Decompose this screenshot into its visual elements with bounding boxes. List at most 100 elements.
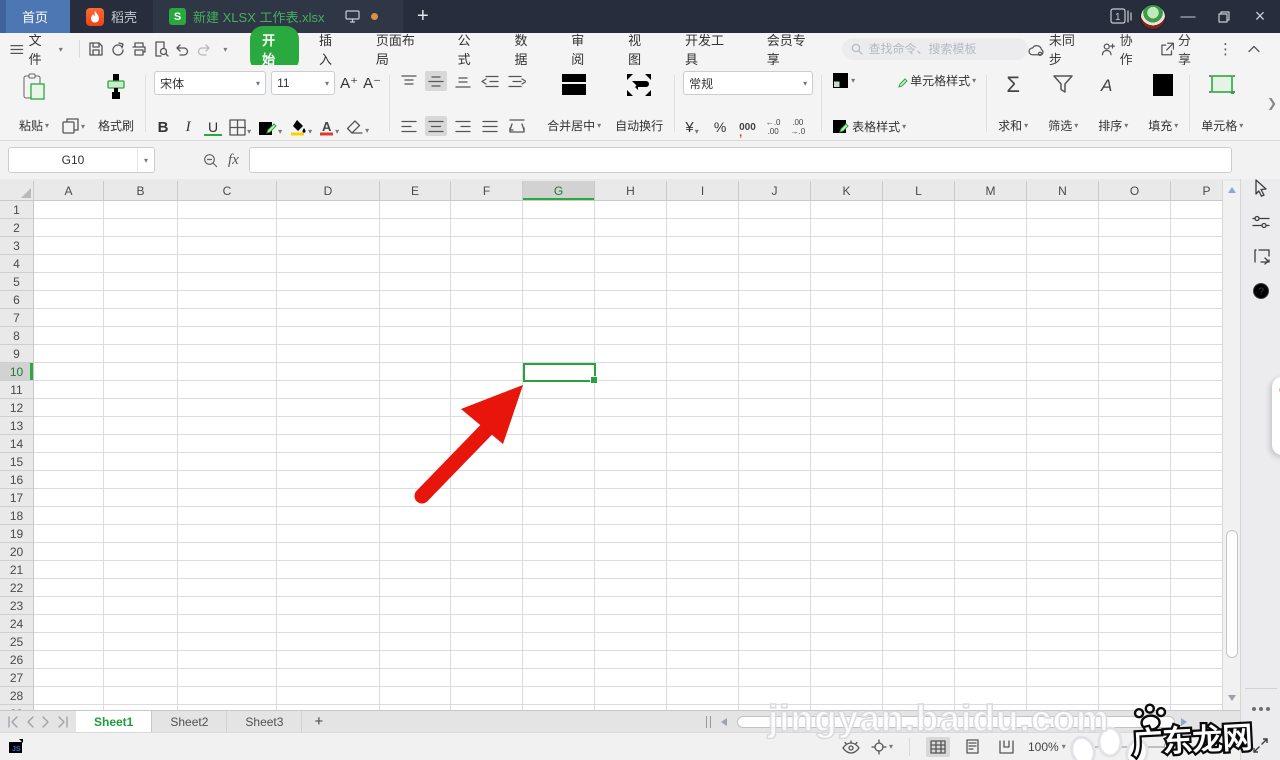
- filter-button[interactable]: 筛选 ▾: [1045, 71, 1081, 136]
- cell-O23[interactable]: [1099, 597, 1171, 615]
- cell-D2[interactable]: [277, 219, 380, 237]
- cell-B23[interactable]: [104, 597, 178, 615]
- cell-H28[interactable]: [595, 687, 667, 705]
- cell-F22[interactable]: [451, 579, 523, 597]
- cell-L21[interactable]: [883, 561, 955, 579]
- italic-button[interactable]: I: [179, 119, 197, 136]
- cell-K3[interactable]: [811, 237, 883, 255]
- copy-button[interactable]: ▾: [60, 117, 87, 136]
- cell-G1[interactable]: [523, 201, 595, 219]
- command-search[interactable]: [842, 38, 1029, 60]
- cell-C14[interactable]: [178, 435, 277, 453]
- cell-L17[interactable]: [883, 489, 955, 507]
- row-header-4[interactable]: 4: [0, 255, 34, 273]
- cell-O14[interactable]: [1099, 435, 1171, 453]
- cell-E4[interactable]: [380, 255, 451, 273]
- cell-L11[interactable]: [883, 381, 955, 399]
- align-left-button[interactable]: [398, 116, 420, 136]
- cell-H7[interactable]: [595, 309, 667, 327]
- cell-C17[interactable]: [178, 489, 277, 507]
- cell-G8[interactable]: [523, 327, 595, 345]
- cell-P25[interactable]: [1171, 633, 1222, 651]
- row-header-26[interactable]: 26: [0, 651, 34, 669]
- cell-B1[interactable]: [104, 201, 178, 219]
- cell-C10[interactable]: [178, 363, 277, 381]
- row-header-24[interactable]: 24: [0, 615, 34, 633]
- row-header-17[interactable]: 17: [0, 489, 34, 507]
- cell-D14[interactable]: [277, 435, 380, 453]
- cell-M6[interactable]: [955, 291, 1027, 309]
- scroll-up-arrow-icon[interactable]: [1228, 187, 1236, 193]
- cell-D13[interactable]: [277, 417, 380, 435]
- cell-K10[interactable]: [811, 363, 883, 381]
- undo-button[interactable]: [172, 38, 193, 60]
- cell-E27[interactable]: [380, 669, 451, 687]
- cell-P5[interactable]: [1171, 273, 1222, 291]
- cell-D4[interactable]: [277, 255, 380, 273]
- cell-M27[interactable]: [955, 669, 1027, 687]
- cell-B16[interactable]: [104, 471, 178, 489]
- cell-G6[interactable]: [523, 291, 595, 309]
- column-header-D[interactable]: D: [277, 181, 380, 201]
- cell-D8[interactable]: [277, 327, 380, 345]
- scroll-down-arrow-icon[interactable]: [1228, 695, 1236, 701]
- cell-O4[interactable]: [1099, 255, 1171, 273]
- column-header-K[interactable]: K: [811, 181, 883, 201]
- horizontal-scroll-thumb[interactable]: [737, 716, 1175, 728]
- row-header-6[interactable]: 6: [0, 291, 34, 309]
- cell-I5[interactable]: [667, 273, 739, 291]
- cell-N1[interactable]: [1027, 201, 1099, 219]
- search-input[interactable]: [868, 42, 1019, 56]
- cell-N23[interactable]: [1027, 597, 1099, 615]
- save-button[interactable]: [86, 38, 107, 60]
- column-header-H[interactable]: H: [595, 181, 667, 201]
- cell-O9[interactable]: [1099, 345, 1171, 363]
- cell-J10[interactable]: [739, 363, 811, 381]
- cell-C23[interactable]: [178, 597, 277, 615]
- cell-O21[interactable]: [1099, 561, 1171, 579]
- cell-H20[interactable]: [595, 543, 667, 561]
- row-header-10[interactable]: 10: [0, 363, 34, 381]
- cell-O26[interactable]: [1099, 651, 1171, 669]
- cell-B12[interactable]: [104, 399, 178, 417]
- merge-center-button[interactable]: 合并居中 ▾: [544, 71, 604, 136]
- cell-H24[interactable]: [595, 615, 667, 633]
- cell-B27[interactable]: [104, 669, 178, 687]
- conditional-format-button[interactable]: ▾: [830, 71, 857, 90]
- cell-I25[interactable]: [667, 633, 739, 651]
- cell-C15[interactable]: [178, 453, 277, 471]
- cell-P13[interactable]: [1171, 417, 1222, 435]
- cell-F6[interactable]: [451, 291, 523, 309]
- cell-H6[interactable]: [595, 291, 667, 309]
- align-top-button[interactable]: [398, 71, 420, 91]
- cursor-select-icon[interactable]: [1253, 179, 1269, 197]
- fill-color-button[interactable]: ▾: [289, 119, 312, 136]
- cell-B19[interactable]: [104, 525, 178, 543]
- cell-P9[interactable]: [1171, 345, 1222, 363]
- cell-B18[interactable]: [104, 507, 178, 525]
- cell-P4[interactable]: [1171, 255, 1222, 273]
- cell-G9[interactable]: [523, 345, 595, 363]
- prev-sheet-icon[interactable]: [24, 715, 36, 728]
- cell-I4[interactable]: [667, 255, 739, 273]
- cell-F10[interactable]: [451, 363, 523, 381]
- cell-C12[interactable]: [178, 399, 277, 417]
- workspace-icon[interactable]: 1: [1110, 8, 1132, 25]
- format-painter-button[interactable]: 格式刷: [95, 71, 137, 136]
- cell-L14[interactable]: [883, 435, 955, 453]
- cell-M8[interactable]: [955, 327, 1027, 345]
- cell-D27[interactable]: [277, 669, 380, 687]
- cell-J1[interactable]: [739, 201, 811, 219]
- cell-B9[interactable]: [104, 345, 178, 363]
- cell-I22[interactable]: [667, 579, 739, 597]
- selection-mode-button[interactable]: ▾: [871, 738, 893, 755]
- cell-G27[interactable]: [523, 669, 595, 687]
- cell-F4[interactable]: [451, 255, 523, 273]
- cell-A22[interactable]: [34, 579, 104, 597]
- cell-H18[interactable]: [595, 507, 667, 525]
- cell-P12[interactable]: [1171, 399, 1222, 417]
- column-header-J[interactable]: J: [739, 181, 811, 201]
- cell-C1[interactable]: [178, 201, 277, 219]
- cell-M4[interactable]: [955, 255, 1027, 273]
- cell-J21[interactable]: [739, 561, 811, 579]
